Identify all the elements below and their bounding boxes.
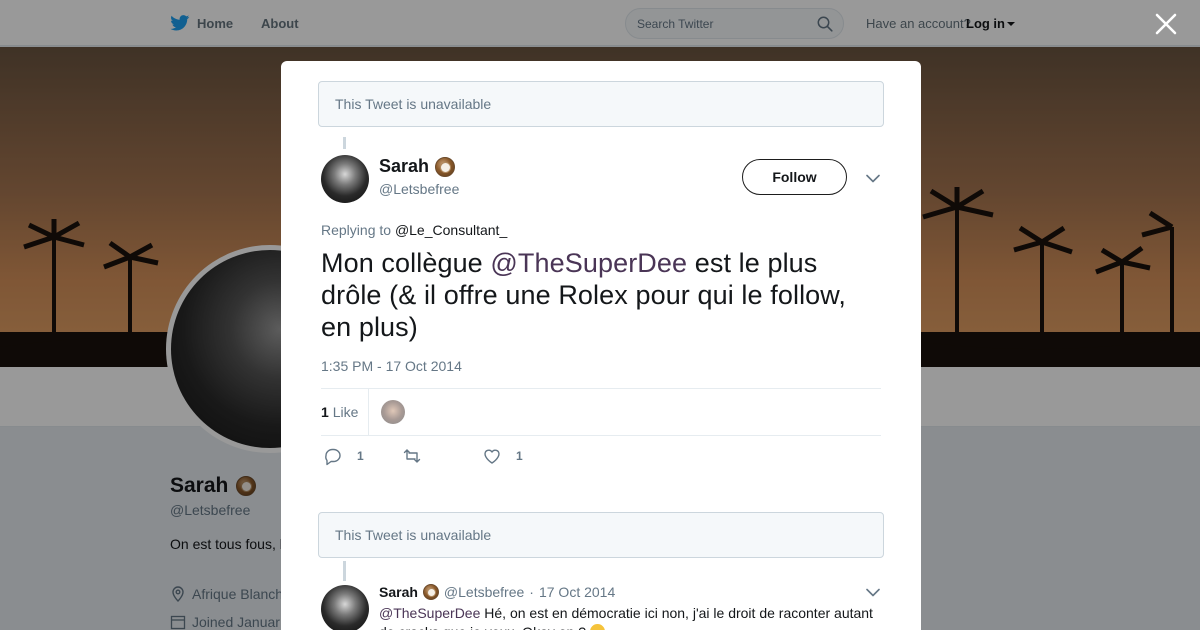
close-icon[interactable] [1154,12,1178,36]
coconut-emoji-icon [422,584,439,600]
tweet-mention-link[interactable]: @TheSuperDee [490,248,687,278]
replying-to-prefix: Replying to [321,222,392,238]
tweet-text: Mon collègue @TheSuperDee est le plus dr… [321,247,881,343]
author-avatar[interactable] [321,155,369,203]
reply-header: Sarah @Letsbefree · 17 Oct 2014 [379,584,615,600]
chevron-down-icon[interactable] [866,174,880,183]
reply-text: @TheSuperDee Hé, on est en démocratie ic… [379,604,879,630]
coconut-emoji-icon [435,156,456,177]
reply-chevron-down-icon[interactable] [866,588,880,597]
reply-author-avatar[interactable] [321,585,369,630]
likes-count[interactable]: 1 Like [321,404,358,420]
stats-divider [368,389,369,435]
replying-to: Replying to @Le_Consultant_ [321,222,507,238]
tweet-author-name-text: Sarah [379,156,430,176]
reply-separator: · [529,584,534,600]
second-thread-connector-line [343,561,346,581]
like-count: 1 [516,449,523,463]
tweet-modal: This Tweet is unavailable Sarah @Letsbef… [281,61,921,630]
reply-date[interactable]: 17 Oct 2014 [539,584,615,600]
tweet-stats: 1 Like [321,388,881,436]
tweet-timestamp[interactable]: 1:35 PM - 17 Oct 2014 [321,358,462,374]
follow-button[interactable]: Follow [742,159,847,195]
reply-count: 1 [357,449,364,463]
replying-to-link[interactable]: @Le_Consultant_ [395,222,507,238]
retweet-icon [403,449,421,463]
reply-author-name[interactable]: Sarah [379,584,418,600]
unavailable-tweet-text: This Tweet is unavailable [335,96,492,112]
heart-icon [484,449,500,464]
thread-connector-line [343,137,346,149]
tweet-author-name[interactable]: Sarah [379,156,456,177]
reply-icon [325,448,341,466]
reply-action[interactable]: 1 [323,446,364,466]
grinning-emoji-icon [589,624,605,630]
likes-label: Like [332,404,359,420]
unavailable-tweet-notice: This Tweet is unavailable [318,81,884,127]
liker-avatar[interactable] [381,400,405,424]
retweet-action[interactable] [402,446,436,466]
like-action[interactable]: 1 [482,446,523,466]
tweet-text-part-1: Mon collègue [321,248,491,278]
second-unavailable-tweet-notice: This Tweet is unavailable [318,512,884,558]
reply-mention-link[interactable]: @TheSuperDee [379,605,480,621]
second-unavailable-tweet-text: This Tweet is unavailable [335,527,492,543]
likes-number: 1 [321,404,329,420]
tweet-author-handle[interactable]: @Letsbefree [379,181,459,197]
reply-author-handle[interactable]: @Letsbefree [444,584,524,600]
